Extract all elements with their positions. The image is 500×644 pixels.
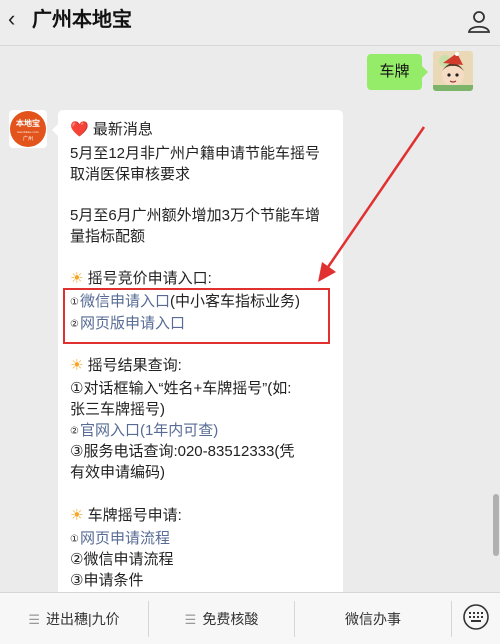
svg-text:本地宝: 本地宝: [15, 118, 40, 128]
back-button[interactable]: ‹: [8, 6, 26, 32]
menu-item-wechat-service[interactable]: 微信办事: [295, 593, 451, 644]
heart-icon: ❤️: [70, 121, 89, 138]
official-account-avatar[interactable]: 本地宝 bendibao.com 广州: [9, 110, 47, 148]
scrollbar[interactable]: [490, 46, 500, 592]
menu-item-entry-exit[interactable]: ☰ 进出穗|九价: [0, 593, 148, 644]
page-title: 广州本地宝: [32, 9, 132, 31]
service-phone-line-1: ③服务电话查询:020-83512333(凭: [70, 443, 295, 460]
latest-news-heading: ❤️ 最新消息: [70, 121, 153, 138]
sun-icon: ☀: [70, 357, 84, 374]
web-apply-process-entry[interactable]: ①网页申请流程: [70, 528, 170, 551]
section-plate-apply-title: ☀ 车牌摇号申请:: [70, 507, 182, 524]
section-result-query-title: ☀ 摇号结果查询:: [70, 357, 182, 374]
outgoing-message: 车牌: [367, 54, 428, 90]
service-phone-line-2: 有效申请编码): [70, 464, 165, 481]
menu-icon: ☰: [28, 612, 40, 627]
sun-icon: ☀: [70, 507, 84, 524]
svg-text:bendibao.com: bendibao.com: [17, 130, 38, 134]
result-query-item-1-line-1: ①对话框输入“姓名+车牌摇号”(如:: [70, 380, 292, 397]
bottom-menu-bar: ☰ 进出穗|九价 ☰ 免费核酸 微信办事: [0, 592, 500, 644]
person-icon[interactable]: [466, 8, 492, 34]
web-apply-process-link[interactable]: 网页申请流程: [80, 530, 170, 547]
official-site-link[interactable]: 官网入口(1年内可查): [80, 422, 218, 439]
chat-header: ‹ 广州本地宝: [0, 0, 500, 46]
news-item-1-line-2: 取消医保审核要求: [70, 166, 191, 183]
keyboard-icon[interactable]: [462, 603, 490, 631]
scrollbar-thumb[interactable]: [493, 494, 499, 556]
news-item-2-line-2: 量指标配额: [70, 228, 146, 245]
section-apply-entry-title: ☀ 摇号竞价申请入口:: [70, 270, 212, 287]
menu-icon: ☰: [184, 612, 197, 627]
highlight-box: [63, 288, 330, 344]
news-item-1-line-1: 5月至12月非广州户籍申请节能车摇号: [70, 145, 321, 162]
divider: [451, 601, 452, 637]
apply-conditions: ③申请条件: [70, 572, 144, 589]
user-avatar[interactable]: [433, 51, 473, 91]
sun-icon: ☀: [70, 270, 84, 287]
news-item-2-line-1: 5月至6月广州额外增加3万个节能车增: [70, 207, 321, 224]
result-query-item-1-line-2: 张三车牌摇号): [70, 401, 165, 418]
wechat-apply-process: ②微信申请流程: [70, 551, 174, 568]
svg-text:广州: 广州: [23, 135, 33, 142]
menu-item-free-test[interactable]: ☰ 免费核酸: [149, 593, 294, 644]
official-site-entry[interactable]: ②官网入口(1年内可查): [70, 420, 218, 443]
